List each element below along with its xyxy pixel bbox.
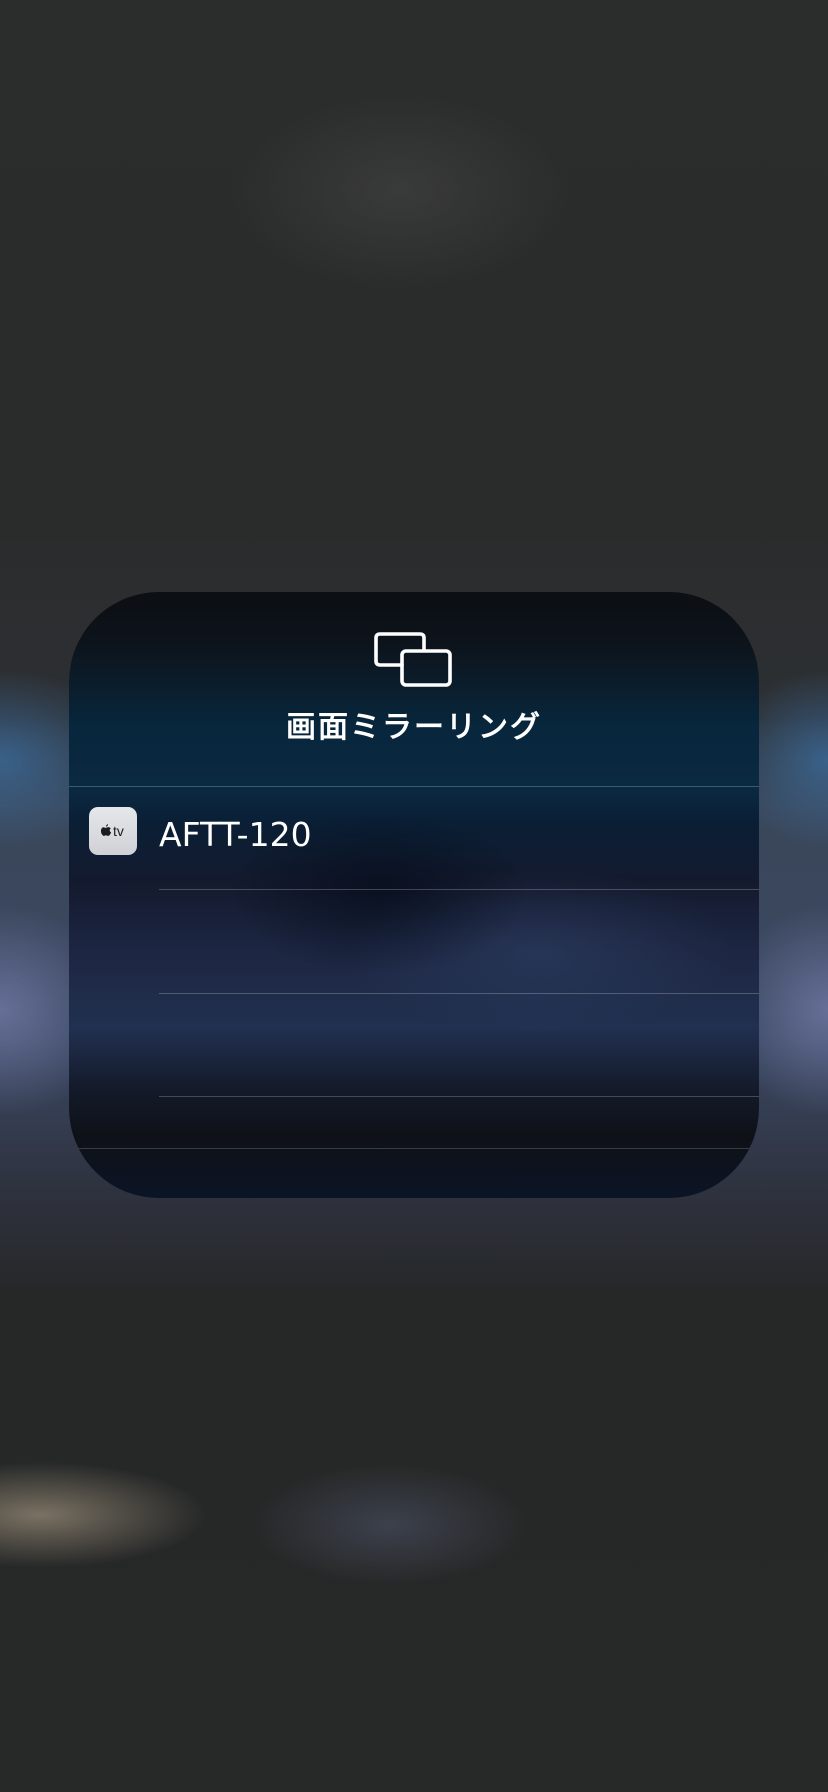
device-row-aftt-120[interactable]: tv AFTT-120 bbox=[69, 787, 759, 889]
empty-device-row bbox=[69, 994, 759, 1097]
empty-device-row bbox=[69, 890, 759, 993]
screen-background: 画面ミラーリング tv AFTT-120 bbox=[0, 0, 828, 1792]
device-label: AFTT-120 bbox=[159, 815, 312, 854]
screen-mirroring-panel: 画面ミラーリング tv AFTT-120 bbox=[69, 592, 759, 1198]
svg-text:tv: tv bbox=[113, 823, 124, 839]
screen-mirroring-icon bbox=[374, 632, 452, 687]
appletv-icon: tv bbox=[89, 807, 137, 855]
panel-title: 画面ミラーリング bbox=[286, 710, 542, 745]
row-separator bbox=[159, 1096, 759, 1097]
panel-footer bbox=[69, 1149, 759, 1198]
